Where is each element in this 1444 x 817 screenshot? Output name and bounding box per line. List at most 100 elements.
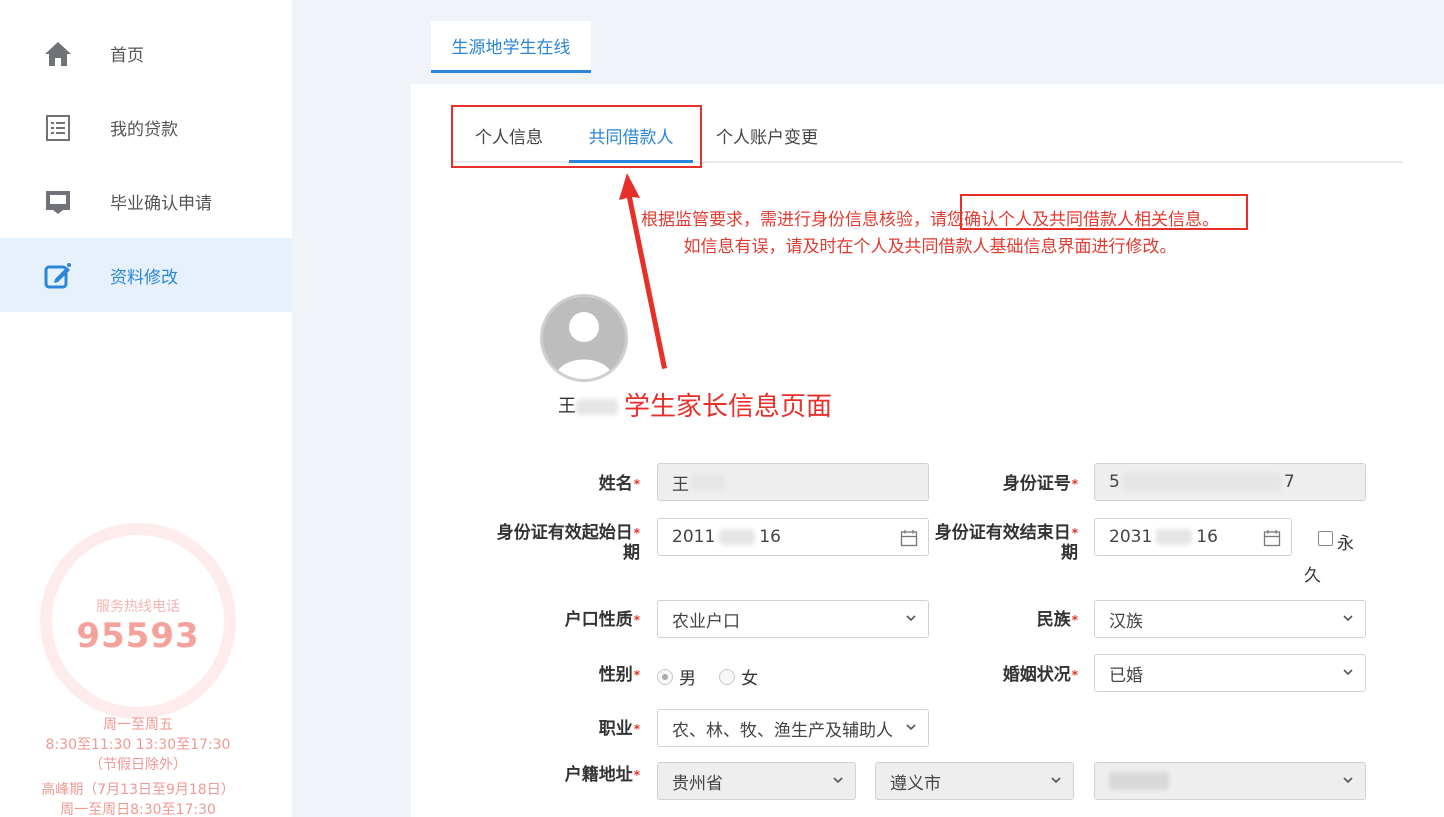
ethnicity-label-text: 民族 — [1036, 610, 1071, 630]
gender-female-radio[interactable]: 女 — [719, 664, 758, 689]
id-number-label: 身份证号* — [950, 474, 1078, 494]
hukou-type-select[interactable]: 农业户口 — [657, 600, 929, 638]
sidebar-item-graduation[interactable]: 毕业确认申请 — [0, 164, 292, 238]
name-value: 王 — [672, 474, 689, 495]
chevron-down-icon — [906, 615, 916, 622]
required-mark: * — [633, 722, 640, 736]
ethnicity-select[interactable]: 汉族 — [1094, 600, 1366, 638]
inbox-icon — [42, 186, 74, 218]
id-end-date-label: 身份证有效结束日* 期 — [930, 523, 1078, 563]
gender-female-label: 女 — [741, 669, 759, 689]
permanent-checkbox[interactable] — [1318, 531, 1333, 546]
hotline-hours: 8:30至11:30 13:30至17:30 — [45, 737, 231, 753]
sidebar-item-label: 我的贷款 — [110, 119, 178, 140]
chevron-down-icon — [1343, 777, 1353, 784]
hotline-hours: 高峰期（7月13日至9月18日） — [41, 782, 235, 798]
required-mark: * — [633, 526, 640, 540]
required-mark: * — [633, 768, 640, 782]
required-mark: * — [1071, 668, 1078, 682]
calendar-icon[interactable] — [900, 529, 918, 547]
sidebar-item-label: 首页 — [110, 45, 144, 66]
user-icon — [555, 312, 613, 379]
annotation-box-tabs — [451, 105, 702, 168]
sidebar: 首页 我的贷款 毕业确认申请 资料修改 服务热线电话 95593 周一至周五 8… — [0, 0, 292, 817]
edit-icon — [42, 260, 74, 292]
calendar-icon[interactable] — [1263, 529, 1281, 547]
gender-radio-group: 男 女 — [657, 664, 776, 689]
gender-label-text: 性别 — [598, 665, 633, 685]
required-mark: * — [1071, 526, 1078, 540]
sidebar-item-label: 毕业确认申请 — [110, 193, 212, 214]
redacted-mark — [1121, 473, 1282, 491]
occupation-select[interactable]: 农、林、牧、渔生产及辅助人 — [657, 709, 929, 747]
redacted-mark — [719, 529, 756, 545]
id-start-date-label-text: 身份证有效起始日 — [496, 523, 633, 543]
hukou-type-label: 户口性质* — [500, 610, 640, 630]
occupation-label-text: 职业 — [598, 719, 633, 739]
profile-name: 王 — [558, 392, 618, 418]
hukou-type-value: 农业户口 — [672, 611, 740, 632]
city-value: 遵义市 — [890, 773, 941, 794]
sidebar-item-profile-edit[interactable]: 资料修改 — [0, 238, 292, 312]
name-label-text: 姓名 — [598, 474, 633, 494]
chevron-down-icon — [833, 777, 843, 784]
id-number-field[interactable]: 57 — [1094, 463, 1366, 501]
permanent-label: 永 — [1337, 534, 1354, 554]
id-start-date-label-text: 期 — [623, 543, 640, 563]
hotline-hours: 周一至周五 — [103, 717, 173, 733]
gender-label: 性别* — [500, 665, 640, 685]
occupation-label: 职业* — [500, 719, 640, 739]
id-number-suffix: 7 — [1283, 472, 1295, 492]
gender-male-label: 男 — [679, 669, 696, 689]
hotline-title: 服务热线电话 — [96, 599, 180, 615]
id-end-date-picker[interactable]: 2031 16 — [1094, 518, 1292, 556]
permanent-label: 久 — [1304, 566, 1321, 586]
id-end-date-year: 2031 — [1109, 527, 1153, 547]
hotline-number: 95593 — [76, 616, 200, 656]
city-select[interactable]: 遵义市 — [875, 762, 1074, 800]
id-end-date-label-text: 身份证有效结束日 — [934, 523, 1071, 543]
required-mark: * — [633, 477, 640, 491]
required-mark: * — [633, 613, 640, 627]
county-select[interactable] — [1094, 762, 1366, 800]
marital-status-label: 婚姻状况* — [940, 665, 1078, 685]
marital-status-select[interactable]: 已婚 — [1094, 654, 1366, 692]
sidebar-item-my-loans[interactable]: 我的贷款 — [0, 90, 292, 164]
gender-male-radio[interactable]: 男 — [657, 664, 696, 689]
household-address-label-text: 户籍地址 — [564, 765, 633, 785]
id-number-prefix: 5 — [1109, 472, 1120, 492]
name-field[interactable]: 王 — [657, 463, 929, 501]
home-icon — [42, 38, 74, 70]
province-value: 贵州省 — [672, 773, 723, 794]
tab-account-change[interactable]: 个人账户变更 — [716, 123, 818, 163]
household-address-label: 户籍地址* — [500, 765, 640, 785]
marital-status-label-text: 婚姻状况 — [1002, 665, 1071, 685]
chevron-down-icon — [1343, 615, 1353, 622]
list-icon — [42, 112, 74, 144]
notice-line-2: 如信息有误，请及时在个人及共同借款人基础信息界面进行修改。 — [683, 237, 1177, 257]
avatar — [540, 294, 628, 382]
redacted-mark — [576, 399, 618, 415]
redacted-mark — [1109, 772, 1169, 790]
required-mark: * — [1071, 477, 1078, 491]
chevron-down-icon — [904, 720, 918, 734]
id-end-date-day: 16 — [1196, 527, 1218, 547]
hukou-type-label-text: 户口性质 — [564, 610, 633, 630]
notice-line-1: 根据监管要求，需进行身份信息核验，请您确认个人及共同借款人相关信息。 — [641, 210, 1219, 230]
tab-student-online[interactable]: 生源地学生在线 — [431, 21, 591, 73]
id-number-label-text: 身份证号 — [1002, 474, 1071, 494]
id-start-date-year: 2011 — [672, 527, 716, 547]
chevron-down-icon — [1051, 777, 1061, 784]
ethnicity-value: 汉族 — [1109, 611, 1143, 632]
sidebar-item-home[interactable]: 首页 — [0, 16, 292, 90]
redacted-mark — [1156, 529, 1193, 545]
province-select[interactable]: 贵州省 — [657, 762, 856, 800]
id-start-date-picker[interactable]: 2011 16 — [657, 518, 929, 556]
profile-name-text: 王 — [558, 396, 576, 417]
required-mark: * — [633, 668, 640, 682]
radio-dot — [719, 668, 736, 685]
hotline-hours: （节假日除外） — [89, 757, 187, 773]
hotline-hours: 周一至周日8:30至17:30 — [60, 802, 216, 817]
ethnicity-label: 民族* — [960, 610, 1078, 630]
id-start-date-day: 16 — [759, 527, 781, 547]
